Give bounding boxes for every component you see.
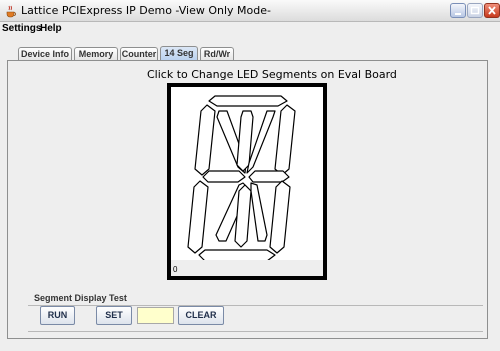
maximize-icon <box>470 6 480 15</box>
segment-a[interactable] <box>208 95 288 107</box>
clear-button[interactable]: CLEAR <box>178 306 224 325</box>
segment-test-group-title: Segment Display Test <box>34 293 127 303</box>
menu-bar: Settings Help <box>0 22 500 37</box>
tab-device-info[interactable]: Device Info <box>18 47 72 61</box>
segment-g1[interactable] <box>202 170 246 183</box>
menu-help[interactable]: Help <box>40 23 62 34</box>
window-title: Lattice PCIExpress IP Demo -View Only Mo… <box>21 4 271 17</box>
segment-b[interactable] <box>274 104 296 176</box>
page-heading: Click to Change LED Segments on Eval Boa… <box>147 68 397 81</box>
close-icon <box>488 6 496 15</box>
segment-g2[interactable] <box>248 170 290 183</box>
segment-m[interactable] <box>250 182 268 242</box>
tab-14-seg[interactable]: 14 Seg <box>160 46 198 61</box>
segment-f[interactable] <box>194 104 216 176</box>
segment-c[interactable] <box>269 180 291 254</box>
run-button[interactable]: RUN <box>40 306 75 325</box>
tab-rd-wr[interactable]: Rd/Wr <box>200 47 234 61</box>
minimize-button[interactable] <box>450 3 466 18</box>
java-coffee-icon <box>6 5 16 18</box>
segment-e[interactable] <box>187 180 209 254</box>
set-button[interactable]: SET <box>96 306 132 325</box>
segment-display: 0 <box>167 83 327 280</box>
segment-value-input[interactable] <box>137 307 174 324</box>
minimize-icon <box>455 13 461 15</box>
close-button[interactable] <box>484 3 500 18</box>
tab-memory[interactable]: Memory <box>74 47 118 61</box>
menu-settings[interactable]: Settings <box>2 23 41 34</box>
display-value: 0 <box>173 265 178 274</box>
maximize-button[interactable] <box>467 3 483 18</box>
group-divider-bottom <box>28 331 483 332</box>
tab-counter[interactable]: Counter <box>120 47 158 61</box>
title-bar[interactable]: Lattice PCIExpress IP Demo -View Only Mo… <box>0 0 500 22</box>
display-status-strip: 0 <box>171 260 323 276</box>
